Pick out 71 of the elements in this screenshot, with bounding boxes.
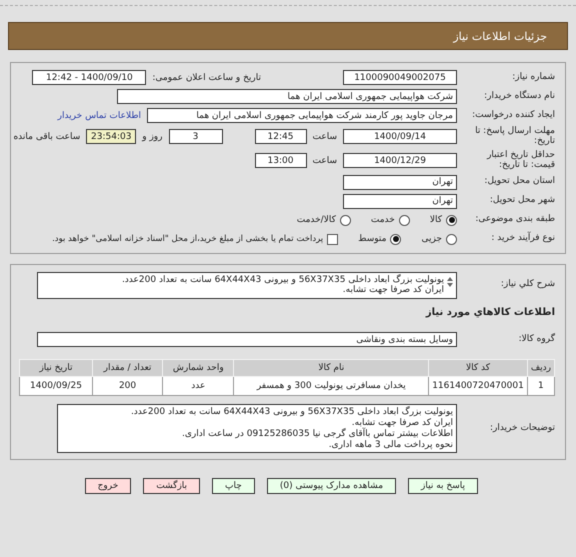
column-header: تاریخ نیاز: [20, 360, 92, 377]
radio-button[interactable]: [390, 234, 402, 245]
form-button[interactable]: بازگشت: [143, 478, 200, 494]
description-line: ایران کد صرفا جهت تشابه.: [342, 285, 444, 296]
column-header: تعداد / مقدار: [92, 360, 163, 377]
column-header: کد کالا: [428, 360, 528, 377]
description-box[interactable]: یونولیت بزرگ ابعاد داخلی 56X37X35 و بیرونی 64X44X43 سانت به تعداد 200عدد. ایران کد صرفا جهت تشابه.: [37, 272, 457, 300]
input-field[interactable]: مرجان جاوید پور کارمند شرکت هواپیمایی جمهوری اسلامی ایران هما: [147, 108, 457, 123]
notes-line: اطلاعات بیشتر تماس باآقای گرجی نیا 09125286035 در ساعت اداری.: [181, 428, 453, 440]
field-label: گروه کالا:: [518, 334, 555, 345]
notes-box[interactable]: یونولیت بزرگ ابعاد داخلی 56X37X35 و بیرونی 64X44X43 سانت به تعداد 200عدد. ایران کد صرفا جهت تشابه. اطلاعات بیشتر تماس باآقای گرجی نیا 09125286035 در ساعت اداری. نحوه پرداخت مالی 3 ماهه اداری.: [57, 404, 457, 454]
field-label: ایجاد کننده درخواست:: [471, 110, 555, 120]
input-field[interactable]: وسایل بسته بندی ونقاشی: [37, 332, 457, 348]
table-cell: یخدان مسافرتی یونولیت 300 و همسفر: [234, 376, 429, 396]
column-header: ردیف: [527, 360, 554, 377]
field-label: شماره نیاز:: [511, 72, 555, 82]
field-label: شهر محل تحویل:: [488, 196, 555, 206]
radio-label: متوسط: [358, 234, 386, 244]
field-label: نوع فرآیند خرید :: [490, 234, 555, 244]
form-button[interactable]: خروج: [84, 478, 132, 494]
radio-label: خدمت: [370, 215, 395, 226]
field-label: ساعت: [312, 156, 337, 166]
radio-label: کالا/خدمت: [296, 215, 336, 226]
radio-button[interactable]: [398, 214, 410, 226]
input-field[interactable]: 1400/09/10 - 12:42: [32, 70, 146, 85]
field-label: حداقل تاریخ اعتبار قیمت: تا تاریخ:: [486, 150, 555, 171]
field-label: نام دستگاه خریدار:: [483, 92, 555, 102]
table-cell: عدد: [162, 376, 234, 396]
description-line: یونولیت بزرگ ابعاد داخلی 56X37X35 و بیرونی 64X44X43 سانت به تعداد 200عدد.: [122, 274, 444, 285]
contact-link[interactable]: اطلاعات تماس خریدار: [58, 110, 141, 120]
scroll-arrows-icon[interactable]: [447, 276, 453, 287]
form-button[interactable]: پاسخ به نیاز: [408, 478, 478, 494]
field-label: روز و: [142, 132, 162, 142]
table-cell: 1400/09/25: [20, 376, 92, 396]
input-field[interactable]: تهران: [343, 174, 457, 190]
input-field[interactable]: تهران: [343, 194, 457, 209]
notes-line: ایران کد صرفا جهت تشابه.: [352, 418, 453, 428]
radio-label: کالا: [430, 215, 442, 226]
input-field[interactable]: 13:00: [254, 153, 306, 168]
input-field[interactable]: 1400/12/29: [343, 153, 457, 168]
table-cell: 200: [92, 376, 163, 396]
notes-line: یونولیت بزرگ ابعاد داخلی 56X37X35 و بیرونی 64X44X43 سانت به تعداد 200عدد.: [130, 407, 453, 418]
form-button[interactable]: مشاهده مدارک پیوستی (0): [266, 478, 396, 494]
field-label: توضیحات خریدار:: [488, 424, 555, 434]
checkbox[interactable]: [327, 234, 338, 245]
field-label: شرح کلي نياز:: [500, 280, 555, 290]
input-field[interactable]: 3: [168, 129, 222, 144]
field-label: ساعت باقی مانده: [13, 132, 80, 142]
field-label: استان محل تحویل:: [483, 177, 555, 187]
form-button[interactable]: چاپ: [212, 478, 255, 494]
table-cell: 1161400720470001: [428, 376, 528, 396]
radio-button[interactable]: [446, 214, 457, 226]
field-label: تاریخ و ساعت اعلان عمومی:: [152, 72, 261, 82]
radio-button[interactable]: [340, 214, 351, 226]
countdown-field: 23:54:03: [86, 129, 136, 144]
section-heading: اطلاعات کالاهاي مورد نياز: [426, 307, 555, 318]
notes-line: نحوه پرداخت مالی 3 ماهه اداری.: [328, 440, 453, 450]
input-field[interactable]: 12:45: [254, 129, 306, 144]
field-label: مهلت ارسال پاسخ: تا تاریخ:: [474, 127, 555, 147]
input-field[interactable]: 1400/09/14: [343, 129, 457, 144]
checkbox-label: پرداخت تمام یا بخشی از مبلغ خرید،از محل "اسناد خزانه اسلامی" خواهد بود.: [52, 234, 324, 244]
field-label: طبقه بندی موضوعی:: [474, 215, 555, 225]
table-cell: 1: [527, 376, 554, 396]
input-field[interactable]: شرکت هواپیمایی جمهوری اسلامی ایران هما: [117, 89, 457, 104]
radio-button[interactable]: [446, 234, 457, 245]
page-header: جزئیات اطلاعات نیاز: [8, 22, 568, 50]
input-field[interactable]: 1100090049002075: [343, 70, 457, 85]
column-header: نام کالا: [234, 360, 429, 377]
radio-label: جزیی: [421, 234, 442, 244]
column-header: واحد شمارش: [162, 360, 234, 377]
field-label: ساعت: [312, 132, 337, 142]
